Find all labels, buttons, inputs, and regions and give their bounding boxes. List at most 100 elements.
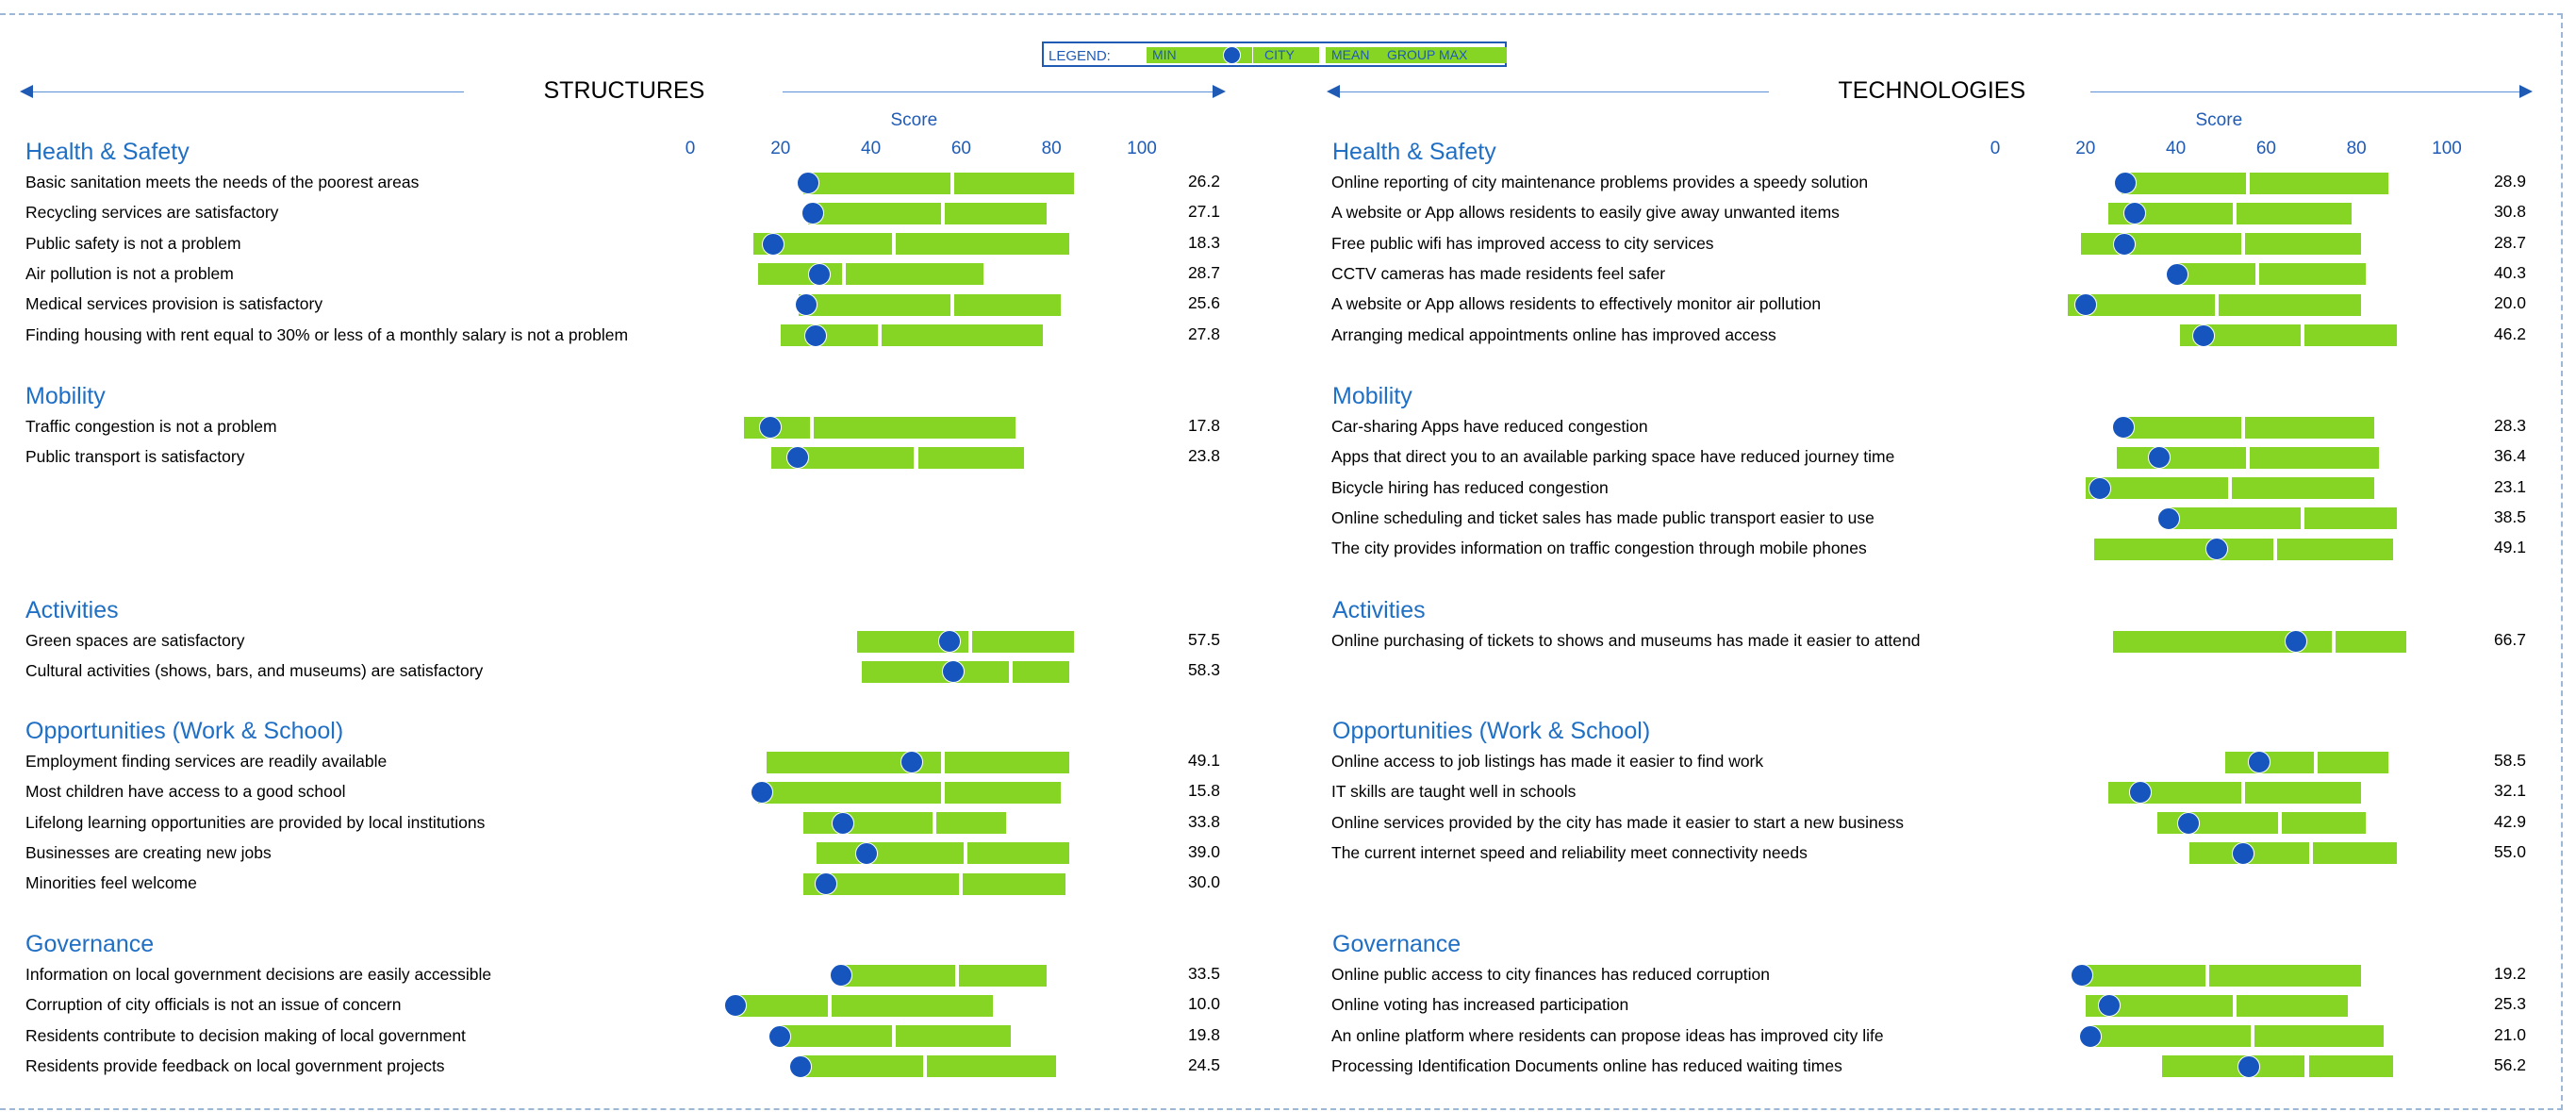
- item-label: Public safety is not a problem: [25, 233, 241, 253]
- item-label: Residents contribute to decision making …: [25, 1025, 466, 1045]
- section-title-technologies: TECHNOLOGIES: [1838, 77, 2026, 104]
- city-score-value: 28.7: [1187, 262, 1220, 282]
- city-score-value: 42.9: [2493, 811, 2526, 831]
- bar-min-to-mean: [2122, 172, 2247, 194]
- category-heading: Activities: [25, 597, 119, 623]
- bar-mean-to-max: [882, 324, 1043, 346]
- item-label: Businesses are creating new jobs: [25, 842, 272, 862]
- item-label: Cultural activities (shows, bars, and mu…: [25, 661, 484, 681]
- city-score-value: 23.1: [2493, 476, 2526, 496]
- category-heading: Governance: [1332, 931, 1461, 957]
- city-score-value: 21.0: [2493, 1024, 2526, 1044]
- header-rule-left: [33, 91, 464, 92]
- bar-min-to-mean: [862, 660, 1010, 683]
- bar-mean-to-max: [2336, 630, 2406, 653]
- city-score-value: 39.0: [1187, 841, 1220, 861]
- city-score-value: 25.3: [2493, 994, 2526, 1014]
- bar-mean-to-max: [2236, 202, 2353, 224]
- city-score-dot: [794, 293, 817, 317]
- bar-min-to-mean: [2107, 781, 2242, 804]
- category-heading: Mobility: [25, 383, 106, 409]
- item-label: Online purchasing of tickets to shows an…: [1331, 631, 1921, 650]
- bar-min-to-mean: [2094, 538, 2273, 560]
- header-rule-right: [783, 91, 1213, 92]
- item-label: The current internet speed and reliabili…: [1331, 842, 1808, 862]
- bar-mean-to-max: [895, 1025, 1012, 1048]
- city-score-dot: [2237, 1054, 2261, 1078]
- bar-mean-to-max: [2245, 233, 2361, 256]
- item-label: Finding housing with rent equal to 30% o…: [25, 324, 629, 344]
- item-label: Bicycle hiring has reduced congestion: [1331, 477, 1609, 497]
- arrow-left-icon: [1327, 85, 1340, 98]
- item-label: An online platform where residents can p…: [1331, 1025, 1884, 1045]
- category-heading: Health & Safety: [25, 139, 190, 165]
- city-score-value: 27.8: [1187, 324, 1220, 343]
- bar-min-to-mean: [2117, 446, 2247, 469]
- x-tick-label: 80: [2346, 139, 2367, 158]
- bar-mean-to-max: [2245, 416, 2375, 439]
- item-label: Free public wifi has improved access to …: [1331, 233, 1714, 253]
- bar-mean-to-max: [945, 751, 1070, 773]
- city-score-value: 36.4: [2493, 446, 2526, 466]
- bar-mean-to-max: [2308, 1055, 2393, 1078]
- bar-min-to-mean: [2167, 507, 2301, 530]
- city-score-value: 38.5: [2493, 506, 2526, 526]
- item-label: Information on local government decision…: [25, 965, 492, 984]
- legend-city-dot: [1223, 46, 1241, 64]
- city-score-value: 26.2: [1187, 172, 1220, 191]
- item-label: Car-sharing Apps have reduced congestion: [1331, 417, 1648, 436]
- item-label: Processing Identification Documents onli…: [1331, 1055, 1842, 1075]
- city-score-value: 49.1: [2493, 538, 2526, 557]
- city-score-dot: [761, 232, 784, 256]
- city-score-dot: [2073, 293, 2097, 317]
- bar-min-to-mean: [757, 781, 942, 804]
- bar-mean-to-max: [2313, 842, 2398, 865]
- city-score-value: 15.8: [1187, 781, 1220, 801]
- city-score-value: 10.0: [1187, 994, 1220, 1014]
- city-score-value: 19.2: [2493, 964, 2526, 983]
- bar-min-to-mean: [807, 202, 942, 224]
- city-score-value: 32.1: [2493, 781, 2526, 801]
- bar-mean-to-max: [2245, 781, 2361, 804]
- bar-min-to-mean: [817, 842, 965, 865]
- item-label: Basic sanitation meets the needs of the …: [25, 173, 420, 191]
- legend-mean: MEAN: [1326, 47, 1376, 63]
- category-heading: Health & Safety: [1332, 139, 1496, 165]
- x-tick-label: 40: [861, 139, 882, 158]
- city-score-value: 49.1: [1187, 751, 1220, 770]
- city-score-dot: [2088, 476, 2111, 500]
- bar-mean-to-max: [845, 263, 984, 286]
- item-label: Minorities feel welcome: [25, 873, 197, 893]
- city-score-value: 20.0: [2493, 293, 2526, 313]
- bar-min-to-mean: [802, 812, 933, 835]
- category-heading: Opportunities (Work & School): [1332, 718, 1651, 744]
- x-tick-label: 100: [2432, 139, 2462, 158]
- city-score-dot: [801, 202, 824, 225]
- item-label: Online voting has increased participatio…: [1331, 995, 1629, 1015]
- city-score-value: 58.3: [1187, 660, 1220, 680]
- bar-mean-to-max: [2318, 751, 2388, 773]
- item-label: Apps that direct you to an available par…: [1331, 447, 1895, 467]
- item-label: A website or App allows residents to eas…: [1331, 203, 1840, 223]
- category-heading: Mobility: [1332, 383, 1412, 409]
- city-score-dot: [854, 841, 878, 865]
- city-score-dot: [2113, 232, 2137, 256]
- bar-mean-to-max: [971, 630, 1075, 653]
- item-label: Online reporting of city maintenance pro…: [1331, 173, 1869, 191]
- city-score-dot: [2177, 811, 2201, 835]
- item-label: Traffic congestion is not a problem: [25, 417, 277, 436]
- item-label: Recycling services are satisfactory: [25, 203, 279, 223]
- arrow-left-icon: [20, 85, 33, 98]
- city-score-value: 33.8: [1187, 811, 1220, 831]
- city-score-dot: [2078, 1024, 2102, 1048]
- arrow-right-icon: [2519, 85, 2533, 98]
- header-rule-right: [2090, 91, 2519, 92]
- bar-mean-to-max: [935, 812, 1007, 835]
- city-score-value: 27.1: [1187, 202, 1220, 222]
- bar-mean-to-max: [2276, 538, 2393, 560]
- item-label: Employment finding services are readily …: [25, 752, 388, 771]
- bar-min-to-mean: [735, 994, 829, 1017]
- city-score-dot: [2070, 964, 2093, 987]
- city-score-value: 58.5: [2493, 751, 2526, 770]
- legend-label: LEGEND:: [1049, 48, 1111, 64]
